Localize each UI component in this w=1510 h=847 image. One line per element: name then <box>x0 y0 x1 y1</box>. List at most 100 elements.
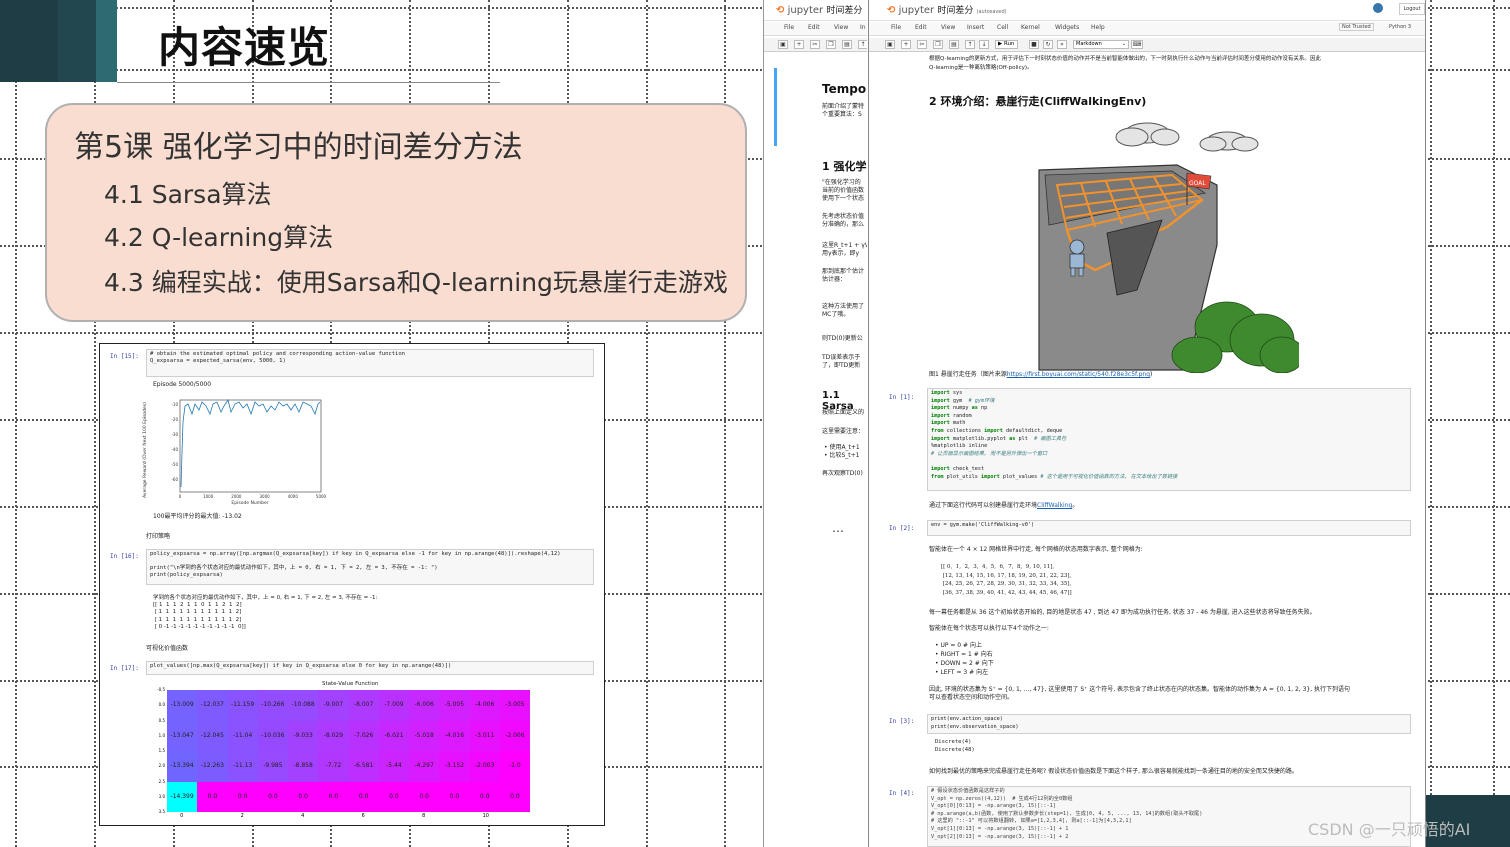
heatmap-cell: -5.44 <box>378 751 409 782</box>
code-cell-make-env[interactable]: env = gym.make('CliffWalking-v0') <box>927 520 1411 536</box>
copy-icon[interactable]: ❐ <box>933 40 943 49</box>
cliffwalking-link[interactable]: CliffWalking <box>1037 502 1072 509</box>
heatmap-cell: -4.006 <box>469 690 500 721</box>
keyboard-icon[interactable]: ⌨ <box>1131 40 1143 49</box>
best-average-output: 100最平均评分的最大值: -13.02 <box>153 513 242 520</box>
markdown-text: 如何找到最优的策略来完成悬崖行走任务呢? 假设状态价值函数是下面这个样子, 那么… <box>929 768 1298 775</box>
restart-icon[interactable]: ↻ <box>1043 40 1053 49</box>
copy-icon[interactable]: ❐ <box>826 40 836 49</box>
code-cell[interactable]: # obtain the estimated optimal policy an… <box>146 349 594 377</box>
code-cell[interactable]: plot_values([np.max(Q_expsarsa[key]) if … <box>146 661 594 675</box>
code-cell-imports[interactable]: import sys import gym # gym环境 import num… <box>927 388 1411 491</box>
episode-output: Episode 5000/5000 <box>153 381 212 388</box>
markdown-text: 先考虑状态价值 分准确的，那么 <box>822 213 865 228</box>
cliff-walking-illustration: GOAL <box>1038 122 1299 373</box>
cell-prompt: In [3]: <box>889 718 915 725</box>
paste-icon[interactable]: ▤ <box>949 40 959 49</box>
slide-title: 内容速览 <box>158 23 331 72</box>
trust-indicator[interactable]: Not Trusted <box>1339 23 1374 31</box>
heatmap-cell: -9.033 <box>288 720 319 751</box>
heatmap-cell: 0.0 <box>378 781 409 812</box>
heatmap-cell: 0.0 <box>227 781 258 812</box>
run-button[interactable]: ▶ Run <box>995 40 1018 49</box>
menu-edit[interactable]: Edit <box>808 24 820 31</box>
heatmap-cell: -5.018 <box>409 720 440 751</box>
chart-xlabel: Episode Number <box>231 500 268 506</box>
cut-icon[interactable]: ✂ <box>810 40 820 49</box>
selected-cell-bar <box>774 68 777 146</box>
save-icon[interactable]: ▣ <box>885 40 895 49</box>
run-icon: ▶ <box>998 41 1003 47</box>
figure-caption: 图1 悬崖行走任务（图片来源https://first.boyuai.com/s… <box>929 371 1153 378</box>
dotted-guide <box>15 0 17 847</box>
save-icon[interactable]: ▣ <box>778 40 788 49</box>
cut-icon[interactable]: ✂ <box>917 40 927 49</box>
figure-source-link[interactable]: https://first.boyuai.com/static/540.f28e… <box>1007 371 1150 378</box>
jupyter-header: ⟲ jupyter 时间差分 <box>764 0 867 21</box>
reward-line-chart: Average Reward (Over Next 100 Episodes) … <box>142 399 327 506</box>
heatmap-cell: -7.009 <box>378 690 409 721</box>
heatmap-y-tick: 0.0 <box>158 702 165 708</box>
menu-view[interactable]: View <box>941 24 955 31</box>
markdown-text: 按照上面定义的 <box>822 409 865 416</box>
heatmap-y-tick: 1.0 <box>158 732 165 738</box>
x-tick-label: 2000 <box>231 494 242 499</box>
markdown-text: 每一幕任务都是从 36 这个初始状态开始的, 目的地是状态 47 , 到达 47… <box>929 609 1316 616</box>
move-down-icon[interactable]: ↓ <box>979 40 989 49</box>
chart-ylabel: Average Reward (Over Next 100 Episodes) <box>142 402 148 498</box>
menu-insert[interactable]: In <box>860 24 866 31</box>
paste-icon[interactable]: ▤ <box>842 40 852 49</box>
heatmap-cell: -2.003 <box>469 751 500 782</box>
move-up-icon[interactable]: ↑ <box>965 40 975 49</box>
interrupt-icon[interactable]: ■ <box>1029 40 1039 49</box>
add-cell-icon[interactable]: + <box>901 40 911 49</box>
menu-file[interactable]: File <box>891 24 901 31</box>
heatmap-cell: -14.399 <box>167 781 198 812</box>
heatmap-cell: -4.297 <box>409 751 440 782</box>
run-all-icon[interactable]: » <box>1057 40 1067 49</box>
move-up-icon[interactable]: ↑ <box>858 40 867 49</box>
heatmap-cell: 0.0 <box>499 781 530 812</box>
cell-prompt: In [2]: <box>889 525 915 532</box>
heatmap-cell: -11.04 <box>227 720 258 751</box>
menu-help[interactable]: Help <box>1091 24 1105 31</box>
cell-type-select[interactable]: Markdown ⌄ <box>1073 40 1129 49</box>
heatmap-x-tick: 0 <box>180 813 184 819</box>
heatmap-cell: -4.016 <box>439 720 470 751</box>
cell-prompt: In [1]: <box>889 394 915 401</box>
menu-edit[interactable]: Edit <box>915 24 927 31</box>
menu-file[interactable]: File <box>784 24 794 31</box>
section-heading: 1 强化学 <box>822 160 867 173</box>
watermark: CSDN @一只顽悟的AI <box>1308 820 1471 839</box>
dotted-guide <box>1493 0 1495 847</box>
heatmap-title: State-Value Function <box>322 681 379 687</box>
heatmap-x-ticks: 0 2 4 6 8 10 <box>167 813 530 821</box>
heatmap-cell: -10.036 <box>257 720 288 751</box>
logout-button[interactable]: Logout <box>1399 3 1425 15</box>
heatmap-cell: 0.0 <box>439 781 470 812</box>
heatmap-cell: 0.0 <box>348 781 379 812</box>
y-tick-label: -20 <box>171 417 178 422</box>
state-grid-text: [[ 0, 1, 2, 3, 4, 5, 6, 7, 8, 9, 10, 11]… <box>941 564 1072 596</box>
code-cell-spaces[interactable]: print(env.action_space) print(env.observ… <box>927 714 1411 734</box>
ellipsis: … <box>832 521 844 535</box>
markdown-text: "在强化学习的 当前的价值函数 使用下一个状态 <box>822 179 865 202</box>
heatmap-cell: -11.159 <box>227 690 258 721</box>
heatmap-cell: -3.005 <box>499 690 530 721</box>
x-tick-label: 5000 <box>316 494 327 499</box>
menu-cell[interactable]: Cell <box>997 24 1008 31</box>
heatmap-cell: -13.047 <box>167 720 198 751</box>
heatmap-y-tick: 1.5 <box>158 748 165 753</box>
menu-widgets[interactable]: Widgets <box>1055 24 1079 31</box>
code-cell[interactable]: policy_expsarsa = np.array([np.argmax(Q_… <box>146 549 594 585</box>
cell-prompt: In [17]: <box>110 665 139 672</box>
add-cell-icon[interactable]: + <box>794 40 804 49</box>
heatmap-cell: -10.266 <box>257 690 288 721</box>
heatmap-cell: -8.007 <box>348 690 379 721</box>
menu-insert[interactable]: Insert <box>967 24 984 31</box>
menu-view[interactable]: View <box>834 24 848 31</box>
markdown-text: 智能体在每个状态可以执行以下4个动作之一: <box>929 625 1049 632</box>
jupyter-logo-icon: ⟲ <box>776 5 785 16</box>
menu-kernel[interactable]: Kernel <box>1021 24 1040 31</box>
heatmap-cell: -1.0 <box>499 751 530 782</box>
